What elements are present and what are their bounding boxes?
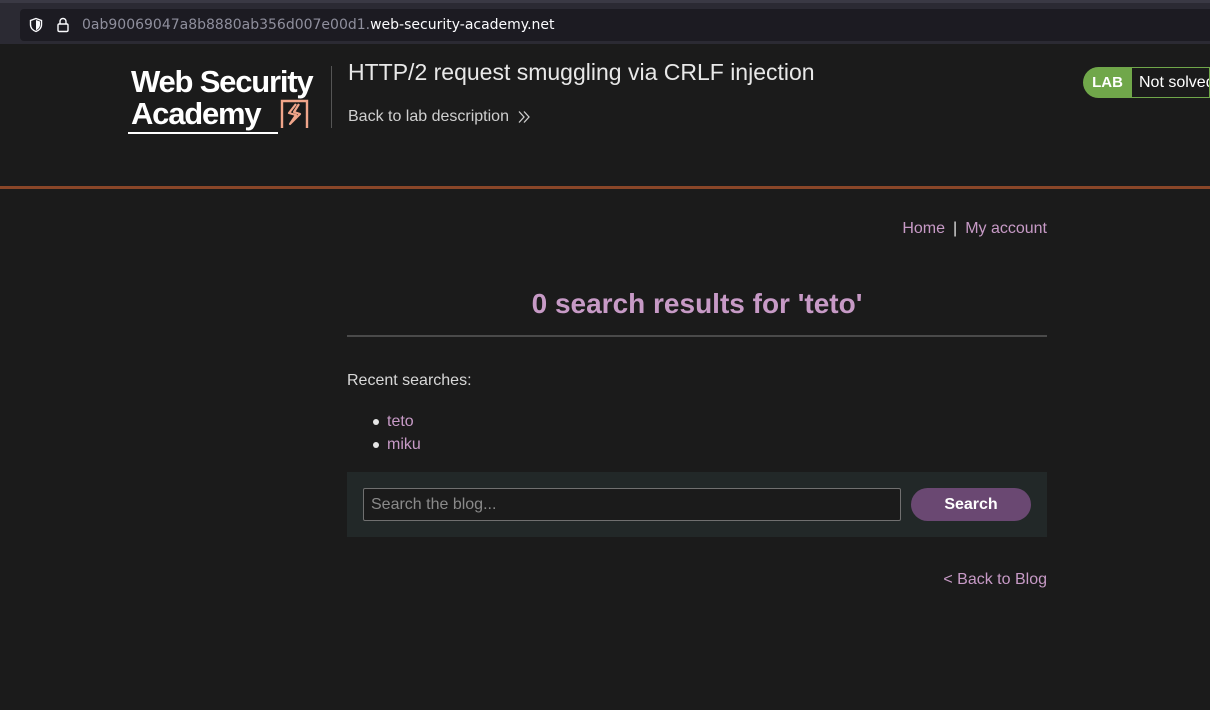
logo-line1: Web Security <box>131 64 314 99</box>
recent-search-link[interactable]: teto <box>387 413 414 430</box>
my-account-link[interactable]: My account <box>965 220 1047 237</box>
url-subdomain: 0ab90069047a8b8880ab356d007e00d1. <box>82 17 371 33</box>
bullet <box>373 419 379 425</box>
browser-toolbar: 0ab90069047a8b8880ab356d007e00d1.web-sec… <box>0 0 1210 44</box>
lab-status-text: Not solved <box>1132 67 1210 98</box>
recent-searches-list: teto miku <box>347 412 421 458</box>
header-divider <box>331 66 332 128</box>
back-to-blog-link[interactable]: < Back to Blog <box>943 571 1047 588</box>
recent-search-link[interactable]: miku <box>387 436 421 453</box>
web-security-academy-logo[interactable]: Web Security Academy <box>128 64 328 138</box>
lab-title: HTTP/2 request smuggling via CRLF inject… <box>348 59 815 85</box>
chevrons-right-icon <box>518 111 530 123</box>
shield-icon[interactable] <box>28 17 44 33</box>
search-input[interactable] <box>363 488 901 521</box>
top-nav: Home | My account <box>347 220 1047 238</box>
search-button[interactable]: Search <box>911 488 1031 521</box>
heading-rule <box>347 335 1047 337</box>
nav-separator: | <box>953 220 958 237</box>
logo-mark-icon <box>280 99 309 128</box>
logo-underline <box>128 132 278 134</box>
list-item: miku <box>347 435 421 458</box>
search-panel: Search <box>347 472 1047 537</box>
lab-status-widget: LAB Not solved <box>1083 67 1210 98</box>
lab-header: Web Security Academy HTTP/2 request smug… <box>0 44 1210 186</box>
lock-icon[interactable] <box>56 17 70 33</box>
back-to-lab-link[interactable]: Back to lab description <box>348 108 531 126</box>
lab-badge: LAB <box>1083 67 1132 98</box>
back-to-lab-label: Back to lab description <box>348 108 509 125</box>
back-to-blog-container: < Back to Blog <box>347 571 1047 589</box>
recent-searches-label: Recent searches: <box>347 372 472 389</box>
url-text[interactable]: 0ab90069047a8b8880ab356d007e00d1.web-sec… <box>82 17 555 33</box>
bullet <box>373 442 379 448</box>
search-results-heading: 0 search results for 'teto' <box>531 288 863 319</box>
list-item: teto <box>347 412 421 435</box>
header-rule <box>0 186 1210 189</box>
url-domain: web-security-academy.net <box>370 17 555 33</box>
logo-line2: Academy <box>131 96 262 131</box>
home-link[interactable]: Home <box>902 220 945 237</box>
url-bar[interactable]: 0ab90069047a8b8880ab356d007e00d1.web-sec… <box>20 9 1210 41</box>
